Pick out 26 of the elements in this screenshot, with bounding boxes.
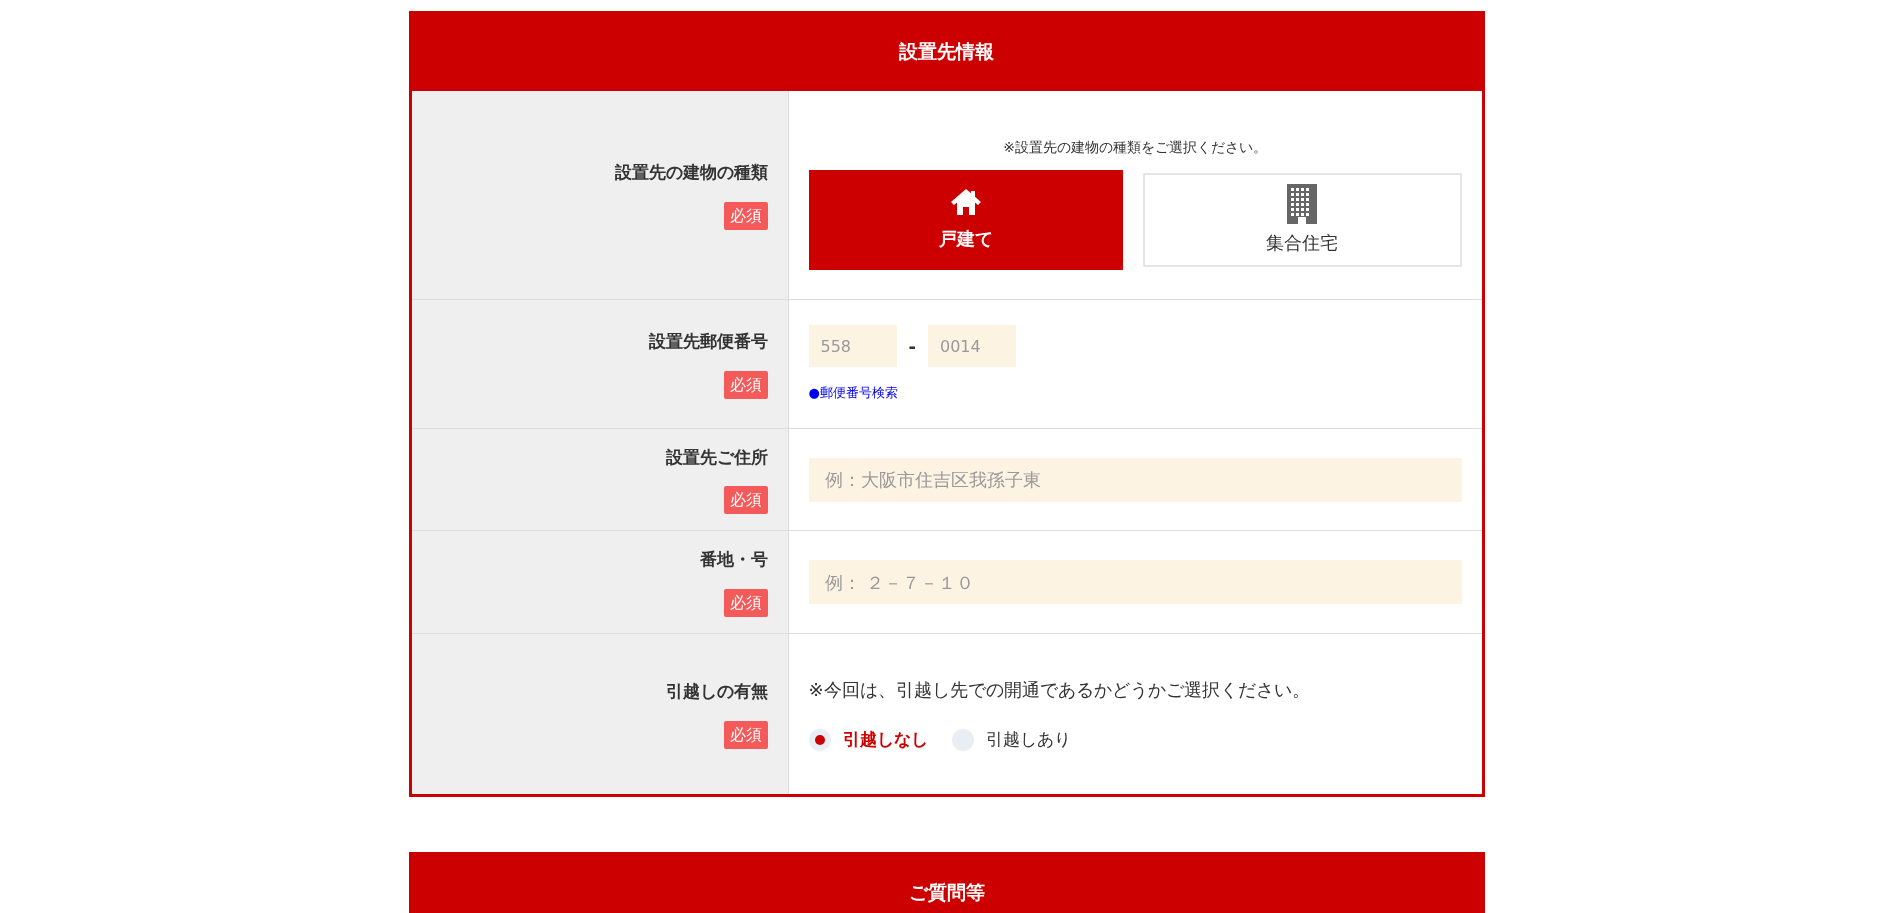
required-badge: 必須 bbox=[723, 370, 768, 399]
required-badge: 必須 bbox=[723, 201, 768, 230]
section-title: 設置先情報 bbox=[899, 38, 994, 64]
moving-radio-option[interactable]: 引越しあり bbox=[951, 726, 1071, 753]
building-type-option[interactable]: 戸建て bbox=[808, 169, 1123, 270]
required-badge: 必須 bbox=[723, 486, 768, 515]
section-title: ご質問等 bbox=[908, 879, 985, 905]
building-type-option[interactable]: 集合住宅 bbox=[1143, 172, 1462, 267]
hyphen-text: - bbox=[908, 334, 916, 359]
address-field[interactable]: 例： ２－７－１０ bbox=[808, 560, 1462, 604]
postal-code-field[interactable]: 558 bbox=[808, 325, 897, 368]
required-badge: 必須 bbox=[723, 720, 768, 749]
postal-code-field[interactable]: 0014 bbox=[928, 325, 1016, 368]
field-label: 設置先郵便番号 bbox=[648, 330, 768, 354]
field-label: 番地・号 bbox=[699, 548, 768, 572]
required-badge: 必須 bbox=[723, 588, 768, 617]
moving-radio-option[interactable]: 引越しなし bbox=[808, 726, 928, 753]
field-label: 設置先の建物の種類 bbox=[614, 161, 768, 185]
radio-button[interactable] bbox=[808, 728, 831, 751]
instruction-text: ※今回は、引越し先での開通であるかどうかご選択ください。 bbox=[808, 677, 1311, 702]
address-field[interactable]: 例：大阪市住吉区我孫子東 bbox=[808, 457, 1462, 502]
building-icon bbox=[1285, 183, 1320, 225]
field-label: 引越しの有無 bbox=[665, 680, 768, 704]
instruction-text: ※設置先の建物の種類をご選択ください。 bbox=[1003, 137, 1267, 157]
field-label: 設置先ご住所 bbox=[665, 445, 768, 469]
postal-search-link[interactable]: ●郵便番号検索 bbox=[808, 383, 898, 403]
